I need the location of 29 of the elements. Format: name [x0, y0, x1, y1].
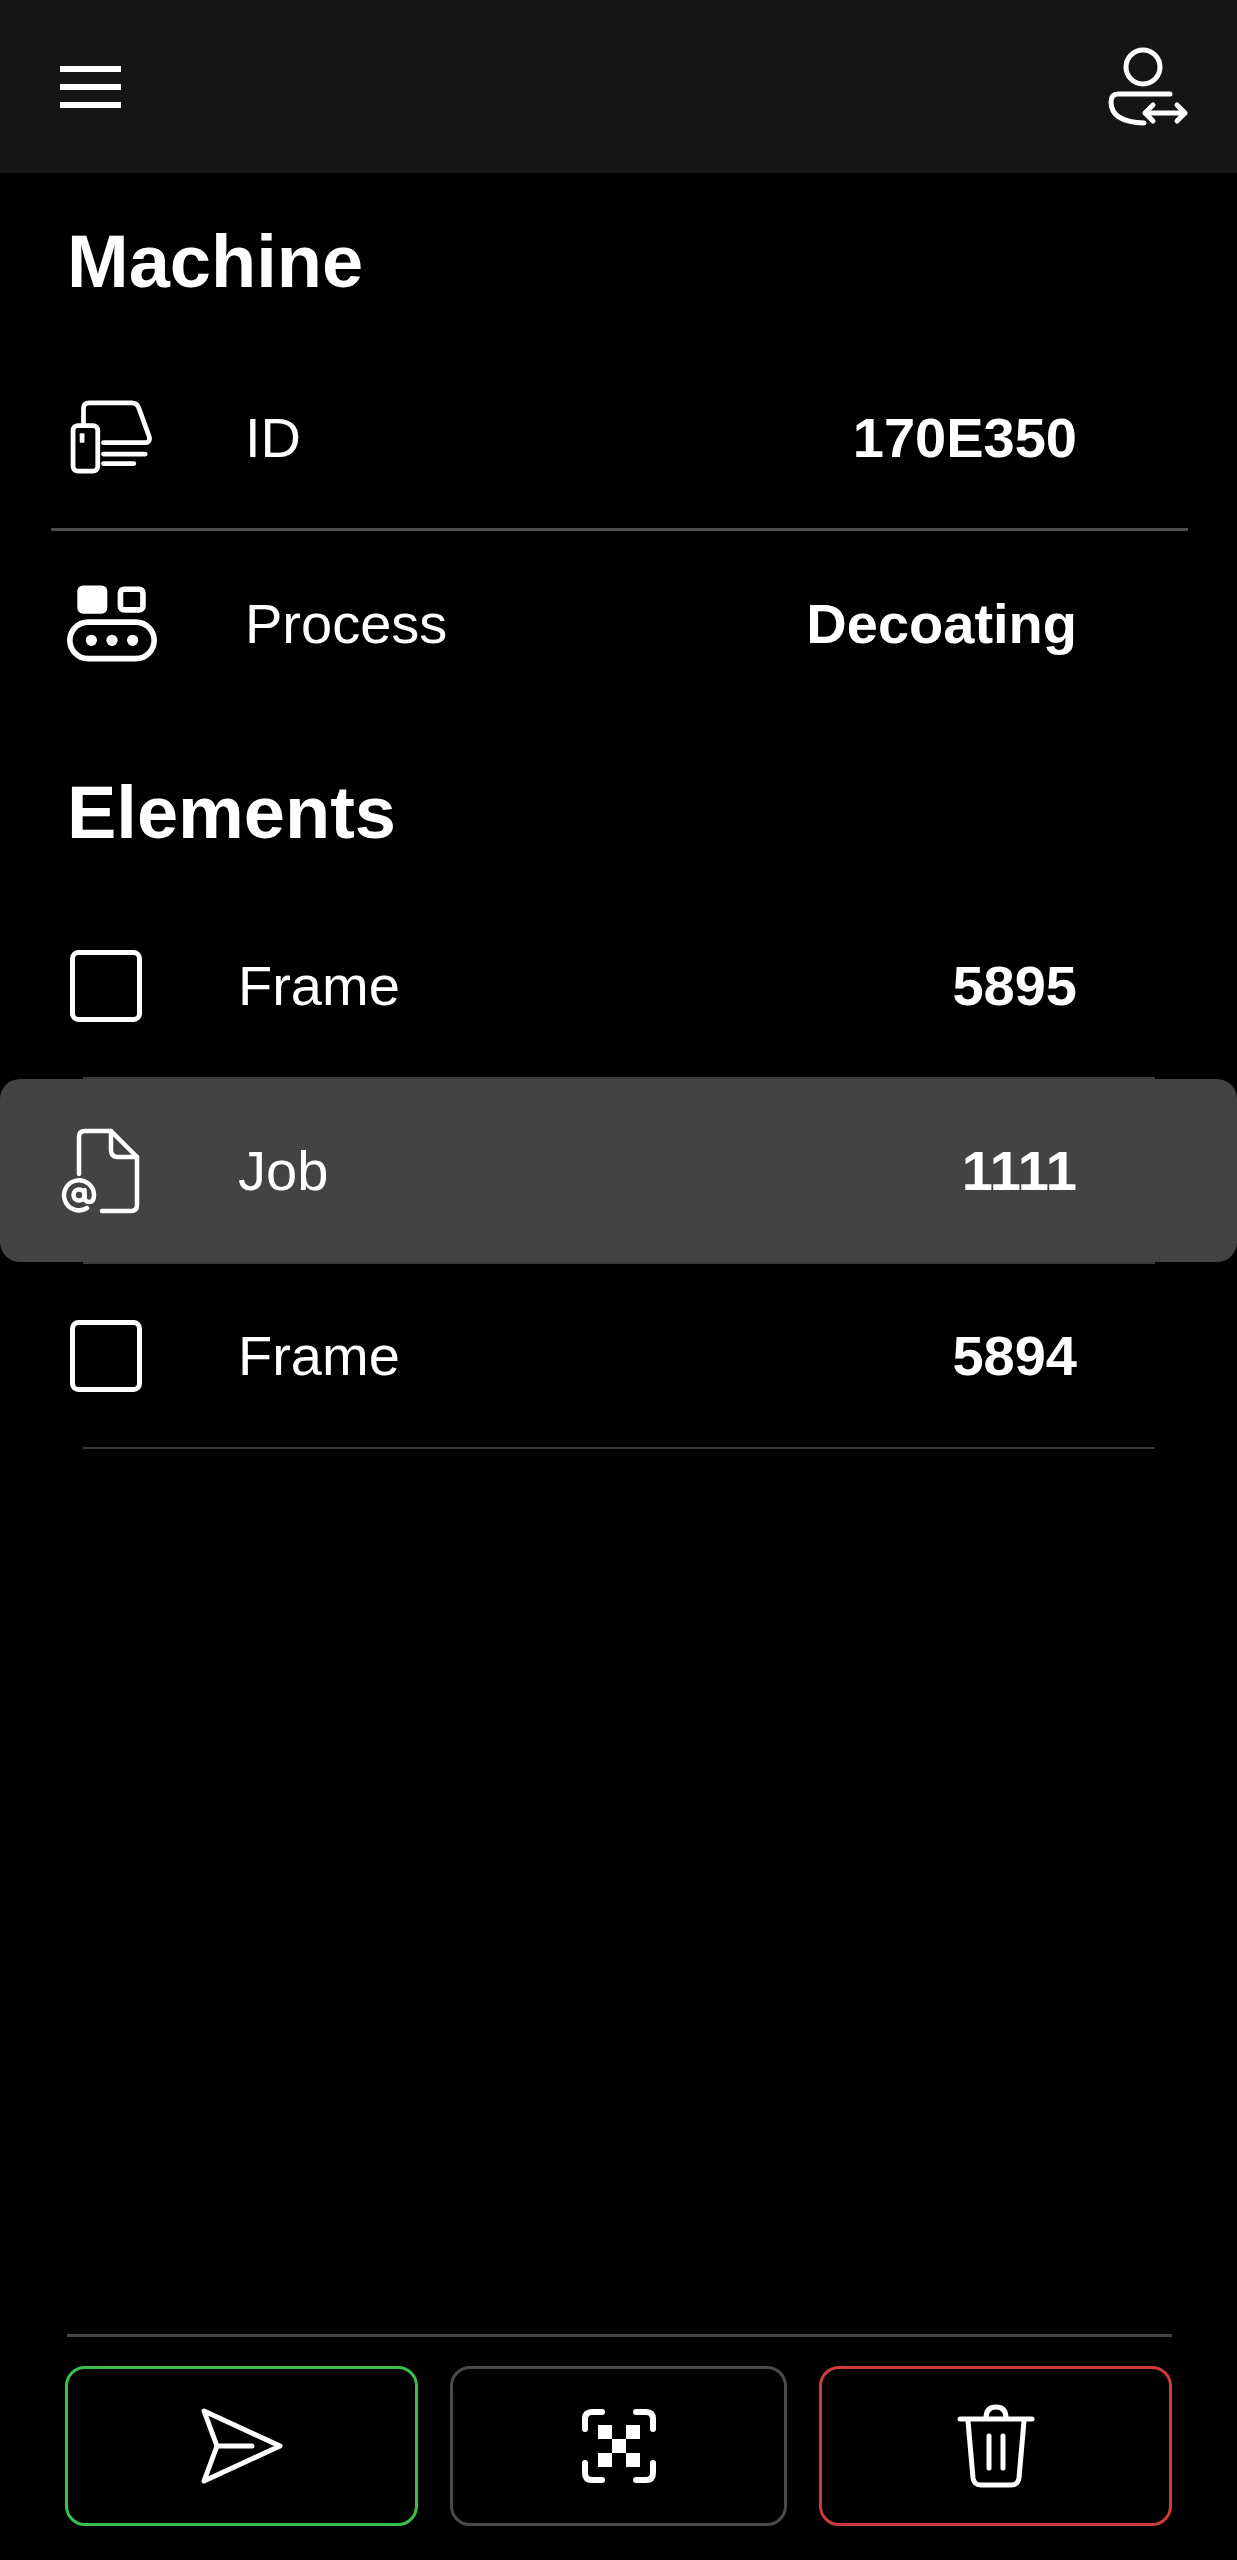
scan-icon — [581, 2409, 656, 2483]
element-label: Frame — [238, 1322, 400, 1389]
device-icon — [69, 398, 155, 475]
element-value: 5895 — [952, 952, 1077, 1019]
send-button[interactable] — [65, 2366, 418, 2526]
field-label: Process — [245, 590, 448, 657]
list-item[interactable]: Frame 5894 — [0, 1264, 1237, 1447]
delete-button[interactable] — [819, 2366, 1172, 2526]
field-value: 170E350 — [852, 404, 1077, 471]
list-item[interactable]: Frame 5895 — [0, 894, 1237, 1077]
send-icon — [199, 2407, 284, 2485]
menu-icon — [60, 65, 121, 108]
square-frame-icon — [70, 949, 142, 1022]
element-label: Job — [238, 1137, 329, 1204]
menu-button[interactable] — [60, 65, 121, 108]
trash-icon — [956, 2404, 1035, 2488]
element-value: 1111 — [961, 1137, 1077, 1204]
scan-button[interactable] — [450, 2366, 787, 2526]
square-frame-icon — [70, 1319, 142, 1392]
account-switch-button[interactable] — [1107, 46, 1189, 127]
field-value: Decoating — [806, 590, 1077, 657]
list-item[interactable]: Job 1111 — [0, 1079, 1237, 1262]
section-title: Machine — [67, 219, 364, 305]
user-switch-icon — [1107, 46, 1189, 127]
section-title: Elements — [67, 770, 397, 856]
document-at-icon — [60, 1127, 140, 1214]
field-label: ID — [245, 404, 301, 471]
element-label: Frame — [238, 952, 400, 1019]
element-value: 5894 — [952, 1322, 1077, 1389]
